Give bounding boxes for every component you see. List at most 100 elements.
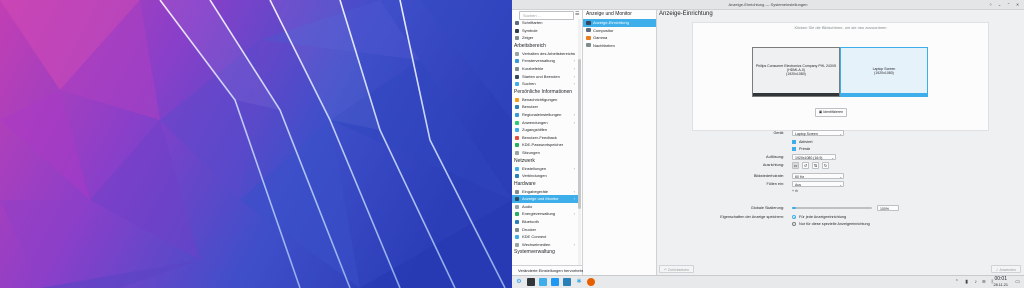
kde-launcher-icon[interactable]: ⚙: [515, 278, 523, 286]
sidebar-item[interactable]: Schriftarten: [512, 19, 578, 27]
monitor-external-mode: (1920x1080): [786, 72, 806, 76]
sidebar-item[interactable]: Symbole: [512, 27, 578, 35]
clock-time: 00:01: [994, 276, 1007, 282]
sidebar-item[interactable]: KDE-Passwortspeicher: [512, 141, 578, 149]
scrollbar-thumb[interactable]: [578, 59, 581, 209]
sidebar-item[interactable]: Sitzungen: [512, 149, 578, 157]
monitor-laptop[interactable]: Laptop Screen (1920x1080): [840, 47, 928, 97]
help-button[interactable]: ?: [988, 2, 993, 7]
category-icon: [515, 112, 519, 117]
show-desktop-icon[interactable]: ▭: [1015, 279, 1020, 285]
orientation-normal-button[interactable]: ▭: [792, 162, 799, 169]
window-titlebar[interactable]: Anzeige-Einrichtung — Systemeinstellunge…: [512, 0, 1024, 10]
subcategory-item[interactable]: Compositor: [583, 27, 656, 35]
subcategory-panel: Anzeige und Monitor Anzeige-Einrichtung C…: [583, 10, 657, 275]
monitor-external[interactable]: Philips Consumer Electronics Company PHL…: [752, 47, 840, 97]
sidebar-item[interactable]: Einstellungen ›: [512, 165, 578, 173]
subcategory-item[interactable]: Anzeige-Einrichtung: [583, 19, 656, 27]
device-value: Laptop Screen: [795, 132, 818, 136]
sidebar-item[interactable]: Verhalten des Arbeitsbereichs ›: [512, 50, 578, 58]
category-icon: [515, 36, 519, 41]
resolution-select[interactable]: 1920x1080 (16:9) ⌄: [792, 154, 836, 160]
enabled-row: Aktiviert: [657, 139, 1024, 146]
category-icon: [515, 59, 519, 64]
battery-icon[interactable]: ▮: [965, 279, 968, 285]
sidebar-item[interactable]: Kurzbefehle ›: [512, 65, 578, 73]
konsole-icon[interactable]: ✱: [575, 278, 583, 286]
pager-icon[interactable]: [527, 278, 535, 286]
sidebar-item[interactable]: Benutzer-Feedback: [512, 134, 578, 142]
sidebar-item-label: Benutzer: [522, 104, 539, 110]
orientation-left-button[interactable]: ↺: [802, 162, 809, 169]
scale-value: 100%: [880, 207, 889, 211]
sidebar-item[interactable]: Zeiger: [512, 34, 578, 42]
subcategory-item[interactable]: Nachtfarben: [583, 42, 656, 50]
category-heading: Hardware: [514, 180, 536, 187]
systemsettings-icon[interactable]: [539, 278, 547, 286]
enabled-label: Aktiviert: [799, 140, 813, 144]
discover-icon[interactable]: [563, 278, 571, 286]
network-icon[interactable]: ≋: [982, 279, 986, 285]
reset-button[interactable]: ↶ Zurücksetzen: [659, 265, 694, 273]
sidebar-item[interactable]: Energieverwaltung ›: [512, 210, 578, 218]
sidebar-item-label: Zeiger: [522, 35, 534, 41]
clock[interactable]: 00:01 28.11.21: [994, 276, 1009, 288]
hamburger-icon[interactable]: ☰: [575, 11, 581, 18]
orientation-inverted-button[interactable]: ⇅: [812, 162, 819, 169]
subcategory-item[interactable]: Gamma: [583, 34, 656, 42]
files-icon[interactable]: [551, 278, 559, 286]
subcategory-item-label: Anzeige-Einrichtung: [593, 20, 629, 25]
close-button[interactable]: ✕: [1015, 2, 1020, 7]
sidebar-item[interactable]: Suchen ›: [512, 80, 578, 88]
enabled-checkbox[interactable]: [792, 140, 796, 144]
sidebar-item[interactable]: Starten und Beenden ›: [512, 73, 578, 81]
apply-button[interactable]: ✓ Anwenden: [990, 265, 1021, 273]
category-icon: [515, 74, 519, 79]
category-icon: [515, 197, 519, 202]
primary-checkbox[interactable]: [792, 147, 796, 151]
save-specific-radio[interactable]: [792, 222, 796, 226]
sidebar-item[interactable]: Eingabegeräte ›: [512, 188, 578, 196]
volume-icon[interactable]: ♪: [975, 279, 978, 285]
orientation-right-button[interactable]: ↻: [822, 162, 829, 169]
sidebar-item[interactable]: Zugangshilfen: [512, 126, 578, 134]
category-list: Schriftarten Symbole Zeiger Arbeitsbereich V…: [512, 19, 578, 275]
sidebar-item[interactable]: KDE Connect: [512, 233, 578, 241]
identify-button[interactable]: ▣ Identifizieren: [815, 108, 847, 117]
sidebar-item[interactable]: Benutzer: [512, 103, 578, 111]
sidebar-item[interactable]: Regionaleinstellungen ›: [512, 111, 578, 119]
device-select[interactable]: Laptop Screen ⌄: [792, 130, 844, 136]
rgb-select[interactable]: Aus ⌄: [792, 181, 844, 187]
maximize-button[interactable]: ⌃: [1006, 2, 1011, 7]
sidebar-item[interactable]: Fensterverwaltung ›: [512, 57, 578, 65]
minimize-button[interactable]: ⌄: [997, 2, 1002, 7]
scale-slider[interactable]: [792, 207, 872, 209]
chevron-down-icon: ⌄: [831, 156, 834, 160]
category-icon: [515, 21, 519, 25]
arrow-up-icon[interactable]: ⌃: [955, 279, 959, 285]
rgb-row: Füllen ein: Aus ⌄: [657, 181, 1024, 188]
sidebar-item[interactable]: Wechselmedien ›: [512, 241, 578, 249]
sidebar-item[interactable]: Audio: [512, 203, 578, 211]
chevron-right-icon: ›: [573, 165, 575, 171]
subcategory-title: Anzeige und Monitor: [586, 11, 632, 17]
refresh-select[interactable]: 60 Hz ⌄: [792, 173, 844, 179]
sidebar-item-label: Suchen: [522, 81, 536, 87]
sidebar-item[interactable]: Anwendungen ›: [512, 119, 578, 127]
firefox-icon[interactable]: [587, 278, 595, 286]
save-all-radio[interactable]: [792, 215, 796, 219]
chevron-right-icon: ›: [573, 81, 575, 87]
sidebar-scrollbar[interactable]: [578, 19, 581, 275]
category-icon: [515, 143, 519, 148]
scale-spinbox[interactable]: 100%: [877, 205, 899, 211]
sidebar-item[interactable]: Benachrichtigungen: [512, 96, 578, 104]
highlight-changed-settings[interactable]: Veränderte Einstellungen hervorheben: [512, 265, 586, 275]
sidebar-item[interactable]: Anzeige und Monitor ›: [512, 195, 578, 203]
sidebar-item[interactable]: Bluetooth: [512, 218, 578, 226]
sidebar-item-label: Benutzer-Feedback: [522, 134, 557, 140]
category-icon: [515, 212, 519, 217]
sidebar-item-label: Eingabegeräte: [522, 188, 549, 194]
wallpaper-graphic: [0, 0, 512, 288]
sidebar-item[interactable]: Verbindungen: [512, 172, 578, 180]
sidebar-item[interactable]: Drucker: [512, 226, 578, 234]
